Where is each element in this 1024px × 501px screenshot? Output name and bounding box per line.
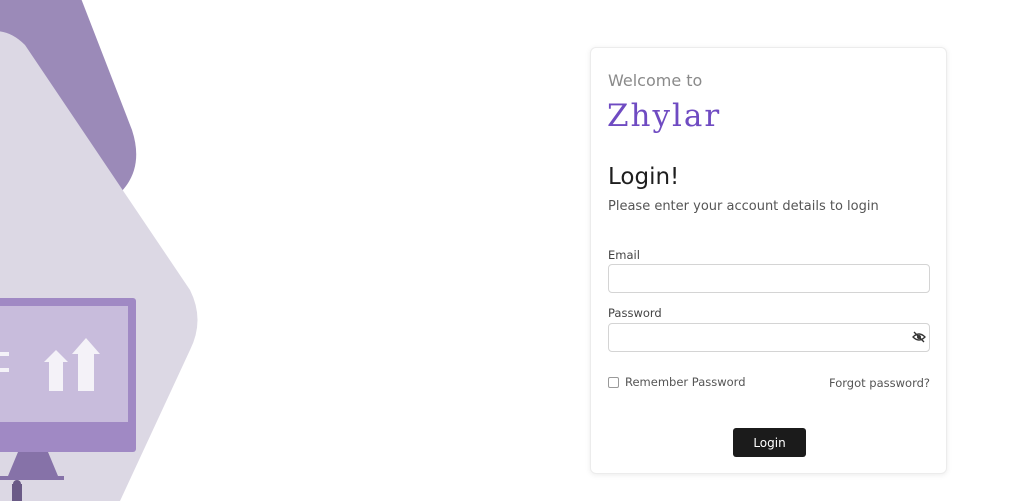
email-field[interactable]	[608, 264, 930, 293]
password-label: Password	[608, 306, 662, 320]
growth-chart-monitor-icon	[0, 0, 198, 501]
welcome-text: Welcome to	[608, 71, 703, 90]
remember-password[interactable]: Remember Password	[608, 375, 746, 389]
remember-label: Remember Password	[625, 375, 746, 389]
remember-checkbox[interactable]	[608, 376, 619, 388]
forgot-password-link[interactable]: Forgot password?	[829, 376, 930, 390]
page-title: Login!	[608, 164, 680, 190]
brand-logo: Zhylar	[607, 98, 722, 134]
login-page: Welcome to Zhylar Login! Please enter yo…	[0, 0, 1024, 501]
password-field[interactable]	[608, 323, 930, 352]
login-card: Welcome to Zhylar Login! Please enter yo…	[590, 47, 947, 474]
email-label: Email	[608, 248, 640, 262]
page-subtitle: Please enter your account details to log…	[608, 199, 879, 214]
eye-slash-icon[interactable]	[912, 331, 926, 343]
login-button[interactable]: Login	[733, 428, 806, 457]
